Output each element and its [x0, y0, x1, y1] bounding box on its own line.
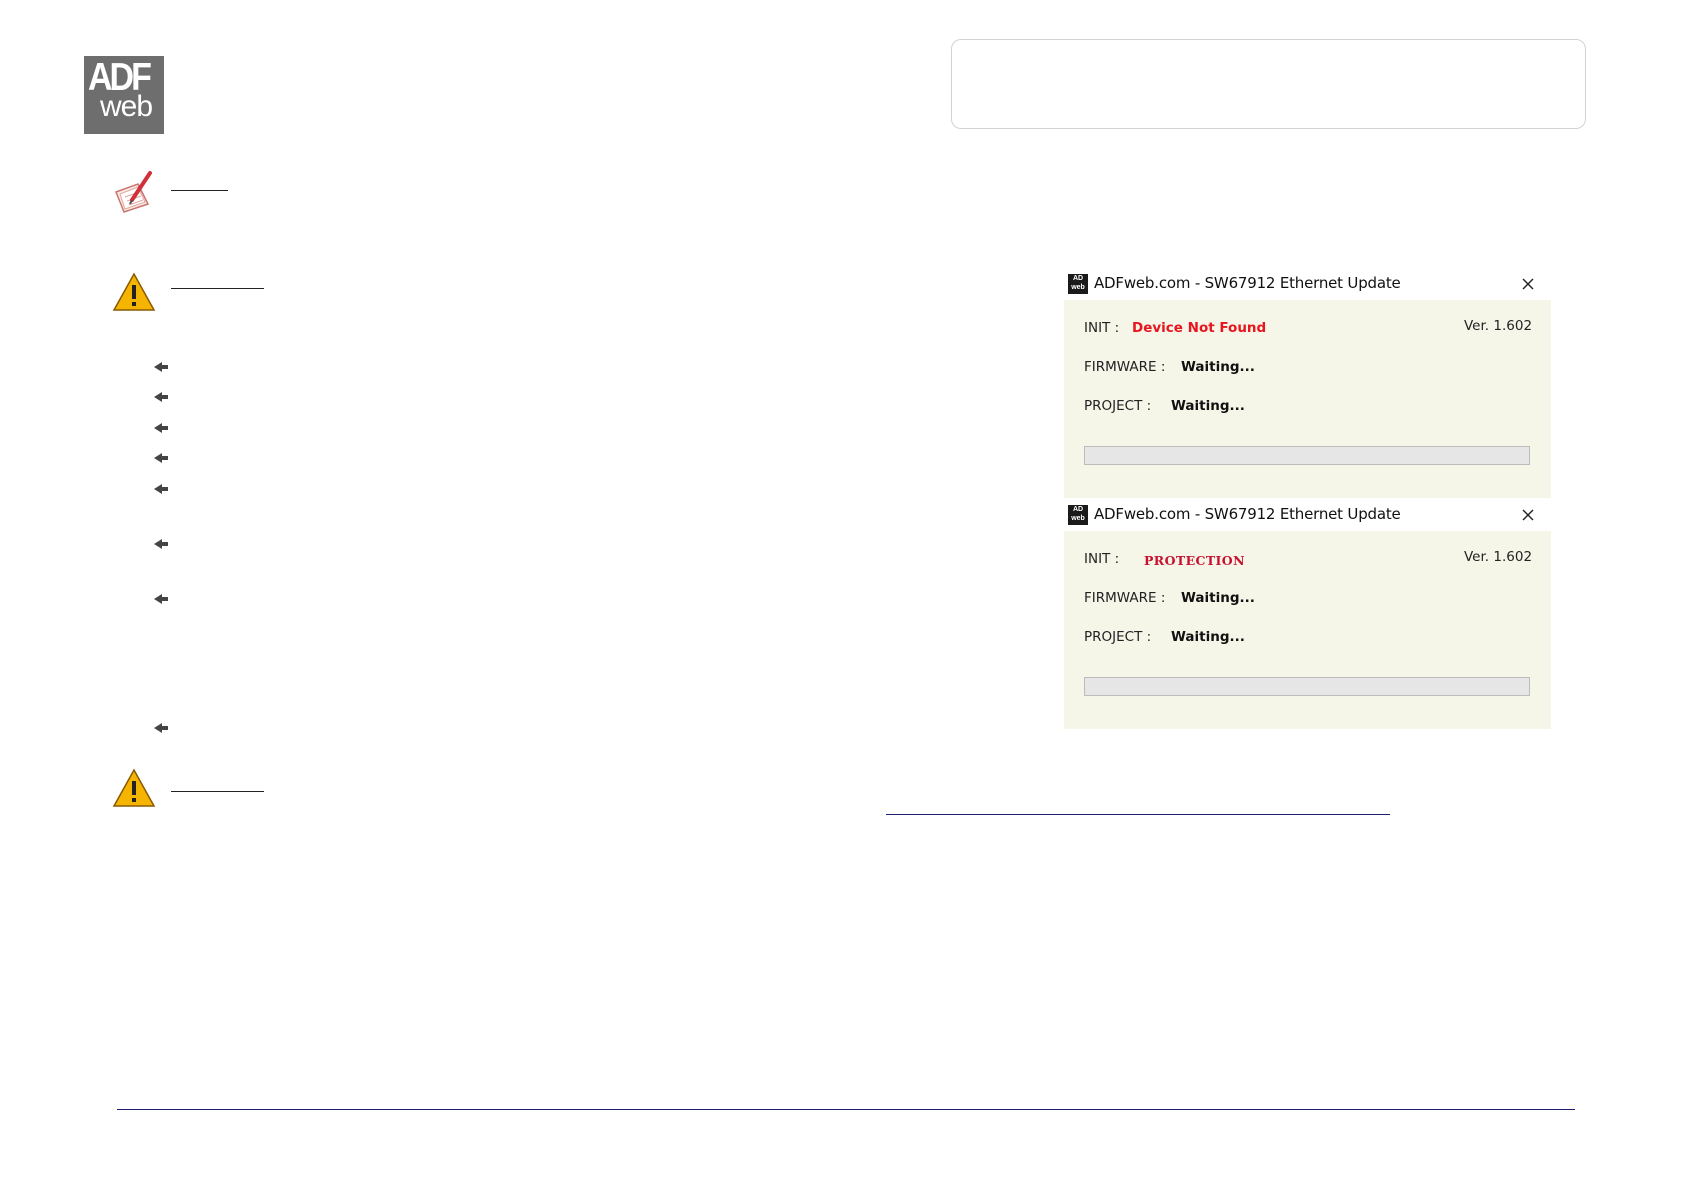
arrow-bullet-icon — [154, 453, 168, 463]
update-progress-bar — [1084, 677, 1530, 696]
warning-icon — [112, 272, 156, 311]
adfweb-logo: ADF web — [84, 56, 164, 134]
dialog-titlebar: AD web ADFweb.com - SW67912 Ethernet Upda… — [1064, 499, 1551, 531]
warning-heading-underline — [171, 791, 264, 792]
arrow-bullet-icon — [154, 392, 168, 402]
dialog-title: ADFweb.com - SW67912 Ethernet Update — [1094, 274, 1401, 292]
firmware-label: FIRMWARE : — [1084, 359, 1166, 375]
init-label: INIT : — [1084, 320, 1120, 336]
footer-divider — [117, 1109, 1575, 1110]
dialog-title: ADFweb.com - SW67912 Ethernet Update — [1094, 505, 1401, 523]
init-label: INIT : — [1084, 551, 1120, 567]
dialog-client-area: Ver. 1.602 INIT : Device Not Found FIRMW… — [1064, 300, 1551, 498]
dialog-client-area: Ver. 1.602 INIT : PROTECTION FIRMWARE : … — [1064, 531, 1551, 729]
firmware-status-value: Waiting... — [1181, 590, 1255, 606]
update-dialog-protection: AD web ADFweb.com - SW67912 Ethernet Upda… — [1064, 499, 1551, 729]
update-progress-bar — [1084, 446, 1530, 465]
project-label: PROJECT : — [1084, 398, 1152, 414]
init-status-value: Device Not Found — [1132, 320, 1267, 336]
project-status-value: Waiting... — [1171, 629, 1245, 645]
link-underline[interactable] — [886, 814, 1390, 815]
arrow-bullet-icon — [154, 423, 168, 433]
adfweb-app-icon: AD web — [1068, 505, 1088, 525]
update-dialog-device-not-found: AD web ADFweb.com - SW67912 Ethernet Upda… — [1064, 268, 1551, 498]
close-icon[interactable] — [1518, 274, 1538, 294]
warning-heading-underline — [171, 288, 264, 289]
version-label: Ver. 1.602 — [1464, 318, 1533, 334]
logo-web-text: web — [100, 90, 153, 123]
firmware-label: FIRMWARE : — [1084, 590, 1166, 606]
arrow-bullet-icon — [154, 723, 168, 733]
project-label: PROJECT : — [1084, 629, 1152, 645]
dialog-titlebar: AD web ADFweb.com - SW67912 Ethernet Upda… — [1064, 268, 1551, 300]
init-status-value: PROTECTION — [1144, 553, 1245, 568]
arrow-bullet-icon — [154, 362, 168, 372]
arrow-bullet-icon — [154, 594, 168, 604]
close-icon[interactable] — [1518, 505, 1538, 525]
project-status-value: Waiting... — [1171, 398, 1245, 414]
note-pencil-icon — [115, 171, 152, 213]
arrow-bullet-icon — [154, 484, 168, 494]
header-info-box — [951, 39, 1586, 129]
adfweb-app-icon: AD web — [1068, 274, 1088, 294]
version-label: Ver. 1.602 — [1464, 549, 1533, 565]
note-heading-underline — [171, 190, 228, 191]
arrow-bullet-icon — [154, 539, 168, 549]
warning-icon — [112, 768, 156, 807]
firmware-status-value: Waiting... — [1181, 359, 1255, 375]
